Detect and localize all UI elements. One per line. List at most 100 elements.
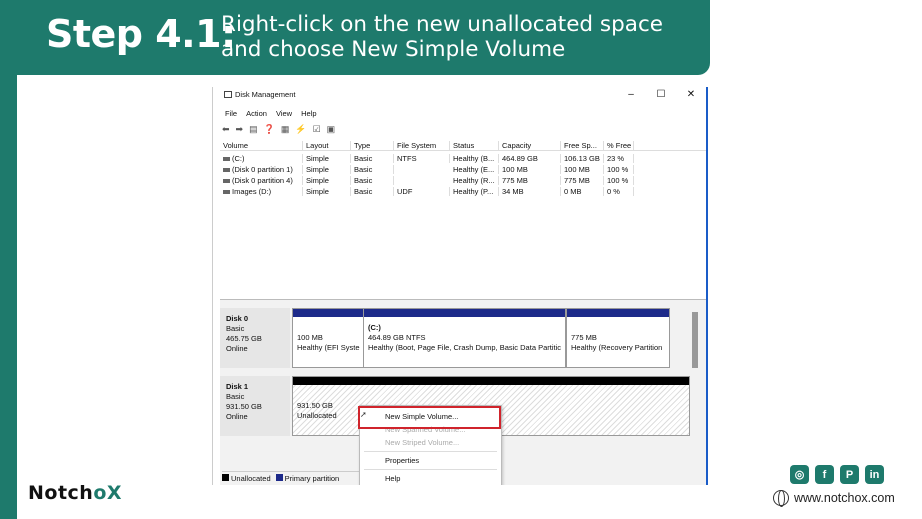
- title-bar: Disk Management – ☐ ✕: [213, 87, 706, 102]
- connect-icon[interactable]: ⚡: [295, 124, 306, 135]
- menu-help[interactable]: Help: [301, 109, 316, 122]
- col-filesystem[interactable]: File System: [394, 141, 450, 150]
- cell-type: Basic: [351, 187, 394, 196]
- minimize-button[interactable]: –: [616, 89, 646, 100]
- cell-capacity: 464.89 GB: [499, 154, 561, 163]
- step-desc-line1: Right-click on the new unallocated space: [221, 12, 663, 37]
- disk-management-window: Disk Management – ☐ ✕ File Action View H…: [212, 87, 708, 485]
- table-row[interactable]: (Disk 0 partition 1) Simple Basic Health…: [220, 164, 706, 175]
- mouse-cursor-icon: ➚: [360, 410, 367, 419]
- disk1-label[interactable]: Disk 1 Basic 931.50 GB Online: [220, 376, 290, 436]
- cell-layout: Simple: [303, 176, 351, 185]
- col-capacity[interactable]: Capacity: [499, 141, 561, 150]
- menu-bar: File Action View Help: [213, 102, 706, 122]
- volume-list: (C:) Simple Basic NTFS Healthy (B... 464…: [220, 153, 706, 197]
- back-arrow-icon[interactable]: ⬅: [222, 124, 230, 135]
- cell-volume: (Disk 0 partition 4): [232, 176, 293, 185]
- drive-icon: [223, 168, 230, 173]
- cell-layout: Simple: [303, 154, 351, 163]
- legend: Unallocated Primary partition: [222, 471, 362, 485]
- cell-capacity: 34 MB: [499, 187, 561, 196]
- legend-primary: Primary partition: [275, 474, 339, 483]
- menu-action[interactable]: Action: [246, 109, 267, 122]
- disk0-size: 465.75 GB: [226, 334, 262, 343]
- disk0-type: Basic: [226, 324, 245, 333]
- table-row[interactable]: Images (D:) Simple Basic UDF Healthy (P.…: [220, 186, 706, 197]
- maximize-button[interactable]: ☐: [646, 89, 676, 100]
- cell-free-space: 775 MB: [561, 176, 604, 185]
- notchox-logo: NotchoX: [28, 482, 123, 504]
- pinterest-icon[interactable]: P: [840, 465, 859, 484]
- cell-percent-free: 0 %: [604, 187, 634, 196]
- menu-help-item[interactable]: Help: [360, 472, 501, 485]
- console-tree-icon[interactable]: ▤: [249, 124, 258, 135]
- cell-status: Healthy (R...: [450, 176, 499, 185]
- cell-percent-free: 100 %: [604, 165, 634, 174]
- disk0-name: Disk 0: [226, 314, 249, 323]
- col-status[interactable]: Status: [450, 141, 499, 150]
- drive-icon: [223, 157, 230, 162]
- cell-status: Healthy (E...: [450, 165, 499, 174]
- step-desc-line2: and choose New Simple Volume: [221, 37, 566, 62]
- window-title: Disk Management: [235, 90, 296, 99]
- partition-size: 100 MB: [297, 333, 323, 342]
- cell-filesystem: NTFS: [394, 154, 450, 163]
- disk0-partition-recovery[interactable]: 775 MB Healthy (Recovery Partition: [566, 308, 670, 368]
- step-description: Right-click on the new unallocated space…: [221, 12, 663, 62]
- disk0-partition-c[interactable]: (C:) 464.89 GB NTFS Healthy (Boot, Page …: [363, 308, 566, 368]
- partition-size: 464.89 GB NTFS: [368, 333, 426, 342]
- cell-layout: Simple: [303, 187, 351, 196]
- menu-view[interactable]: View: [276, 109, 292, 122]
- disc-icon: [223, 190, 230, 195]
- help-icon[interactable]: ❓: [264, 124, 275, 135]
- globe-icon: [773, 490, 789, 507]
- checkmark-icon[interactable]: ☑: [313, 124, 321, 135]
- partition-status: Healthy (Boot, Page File, Crash Dump, Ba…: [368, 343, 561, 352]
- close-button[interactable]: ✕: [676, 89, 706, 100]
- website-link[interactable]: www.notchox.com: [773, 490, 895, 507]
- left-accent-strip: [0, 0, 17, 519]
- linkedin-icon[interactable]: in: [865, 465, 884, 484]
- menu-divider: [364, 469, 497, 470]
- col-free-space[interactable]: Free Sp...: [561, 141, 604, 150]
- disk-management-icon: [224, 91, 232, 98]
- menu-file[interactable]: File: [225, 109, 237, 122]
- col-type[interactable]: Type: [351, 141, 394, 150]
- forward-arrow-icon[interactable]: ➡: [236, 124, 244, 135]
- legend-unallocated: Unallocated: [222, 474, 271, 483]
- col-volume[interactable]: Volume: [220, 141, 303, 150]
- cell-percent-free: 23 %: [604, 154, 634, 163]
- cell-volume: (Disk 0 partition 1): [232, 165, 293, 174]
- cell-free-space: 0 MB: [561, 187, 604, 196]
- menu-new-striped-volume[interactable]: New Striped Volume...: [360, 436, 501, 449]
- table-row[interactable]: (Disk 0 partition 4) Simple Basic Health…: [220, 175, 706, 186]
- cell-type: Basic: [351, 165, 394, 174]
- disk1-type: Basic: [226, 392, 245, 401]
- drive-icon: [223, 179, 230, 184]
- cell-status: Healthy (B...: [450, 154, 499, 163]
- disk0-partition1[interactable]: 100 MB Healthy (EFI Syste: [292, 308, 364, 368]
- table-row[interactable]: (C:) Simple Basic NTFS Healthy (B... 464…: [220, 153, 706, 164]
- cell-capacity: 775 MB: [499, 176, 561, 185]
- partition-label: (C:): [368, 323, 381, 332]
- col-percent-free[interactable]: % Free: [604, 141, 634, 150]
- cell-free-space: 100 MB: [561, 165, 604, 174]
- cell-type: Basic: [351, 176, 394, 185]
- list-view-icon[interactable]: ▦: [281, 124, 290, 135]
- cell-free-space: 106.13 GB: [561, 154, 604, 163]
- scrollbar[interactable]: [692, 312, 698, 368]
- window-controls: – ☐ ✕: [616, 89, 706, 100]
- facebook-icon[interactable]: f: [815, 465, 834, 484]
- partition-status: Healthy (Recovery Partition: [571, 343, 663, 352]
- menu-properties[interactable]: Properties: [360, 454, 501, 467]
- instagram-icon[interactable]: ◎: [790, 465, 809, 484]
- toolbar: ⬅ ➡ ▤ ❓ ▦ ⚡ ☑ ▣: [213, 122, 706, 136]
- cell-layout: Simple: [303, 165, 351, 174]
- social-links: ◎ f P in: [790, 465, 884, 484]
- disk0-label[interactable]: Disk 0 Basic 465.75 GB Online: [220, 308, 290, 368]
- properties-icon[interactable]: ▣: [327, 124, 336, 135]
- disk1-status: Online: [226, 412, 248, 421]
- menu-divider: [364, 451, 497, 452]
- col-layout[interactable]: Layout: [303, 141, 351, 150]
- legend-swatch-blue: [275, 474, 283, 481]
